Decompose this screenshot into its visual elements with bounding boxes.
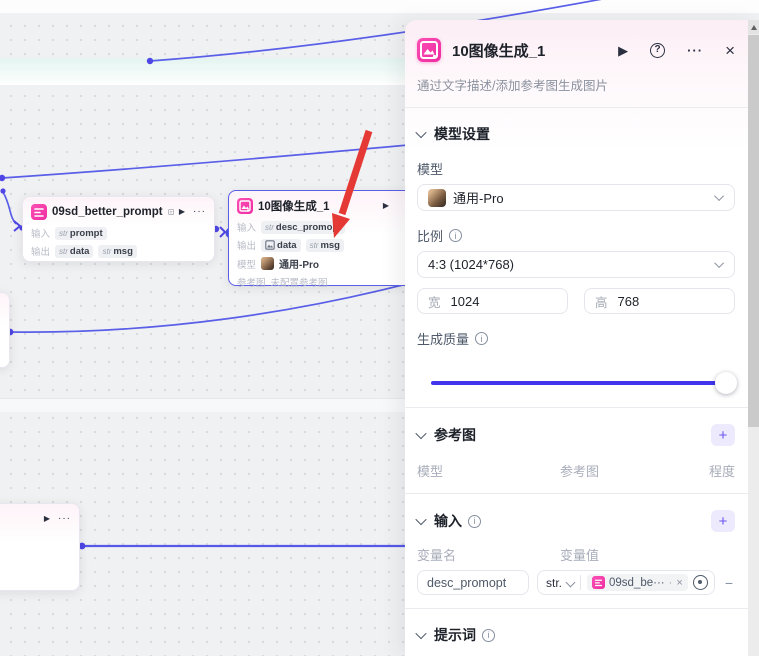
model-select[interactable]: 通用-Pro [417,184,735,211]
chevron-down-icon [415,513,427,526]
chevron-down-icon [415,427,427,440]
input-variable-row: str. 09sd_be··· · × − [417,570,735,595]
model-avatar [261,257,275,270]
node-partial-bottom[interactable]: ▶ ··· [0,503,80,591]
divider [405,608,759,609]
add-reference-button[interactable]: + [711,424,735,446]
prompt-node-icon [31,204,47,220]
node-model-label: 模型 [237,259,257,271]
model-avatar [428,188,446,207]
divider [405,407,759,408]
chevron-down-icon [565,577,576,588]
image-generate-node-icon [237,198,253,214]
close-icon[interactable]: × [725,42,735,59]
node-model-value: 通用-Pro [279,260,320,271]
chevron-down-icon [714,258,725,269]
panel-title: 10图像生成_1 [452,42,546,60]
node-run-icon[interactable]: ▶ [44,515,50,523]
info-icon[interactable]: i [468,514,481,528]
info-icon[interactable]: i [475,332,489,345]
prompt-node-icon [592,576,606,589]
section-input[interactable]: 输入 i + [415,510,735,532]
chevron-down-icon [714,191,725,202]
node-title: 09sd_better_prompt [52,206,163,218]
node-title: 10图像生成_1 [258,201,330,213]
quality-label: 生成质量 i [417,329,735,348]
node-input-label: 输入 [237,223,257,234]
var-tag: str msg [305,238,344,252]
run-node-button[interactable]: ▶ [618,44,628,57]
variable-value-control[interactable]: str. 09sd_be··· · × [537,570,715,595]
var-tag-image: data [261,238,301,252]
variable-name-input[interactable] [417,570,529,595]
reference-columns: 模型 参考图 程度 [417,464,735,479]
locate-node-icon[interactable] [692,575,708,590]
quality-slider[interactable] [431,372,737,394]
remove-reference-icon[interactable]: × [676,577,682,589]
panel-subtitle: 通过文字描述/添加参考图生成图片 [417,79,608,93]
divider [405,107,759,108]
height-field[interactable]: 高 768 [584,288,735,314]
node-ref-value: 未配置参考图 [270,278,328,289]
remove-row-button[interactable]: − [723,575,735,591]
image-type-icon [265,240,275,250]
node-ref-label: 参考图 [237,278,266,289]
node-run-icon[interactable]: ▶ [179,208,185,216]
node-input-label: 输入 [31,229,51,240]
node-run-icon[interactable]: ▶ [383,202,389,210]
divider [405,493,759,494]
chevron-down-icon [415,627,427,640]
panel-scrollbar[interactable] [748,20,759,656]
width-field[interactable]: 宽 1024 [417,288,568,314]
node-more-icon[interactable]: ··· [58,514,71,524]
node-image-generate[interactable]: 10图像生成_1 ▶ 输入 str desc_promopt 输出 data s… [228,190,414,289]
more-menu-icon[interactable]: ··· [687,44,703,57]
reference-variable-tag[interactable]: 09sd_be··· · × [587,574,688,591]
node-config-panel: 10图像生成_1 ▶ ? ··· × 通过文字描述/添加参考图生成图片 模型设置… [405,20,759,656]
node-output-label: 输出 [31,247,51,258]
type-select[interactable]: str. [546,576,576,590]
slider-track [431,381,731,385]
var-tag: str prompt [55,226,107,240]
divider [580,575,582,590]
note-icon [167,209,174,215]
model-label: 模型 [417,162,444,177]
info-icon[interactable]: i [449,229,463,242]
var-tag: str data [55,244,94,258]
info-icon[interactable]: i [482,628,495,642]
help-icon[interactable]: ? [650,42,666,58]
section-reference-image[interactable]: 参考图 + [415,424,735,446]
node-more-icon[interactable]: ··· [193,207,206,217]
slider-handle[interactable] [715,372,737,394]
panel-header: 10图像生成_1 ▶ ? ··· × [417,38,735,62]
workflow-editor: 09sd_better_prompt ▶ ··· 输入 str prompt 输… [0,0,759,656]
var-tag: str desc_promopt [261,220,346,234]
add-input-button[interactable]: + [711,510,735,532]
ratio-select[interactable]: 4:3 (1024*768) [417,251,735,278]
chevron-down-icon [415,126,427,139]
scrollbar-thumb[interactable] [748,35,759,427]
image-generate-icon [417,38,441,62]
node-09sd-better-prompt[interactable]: 09sd_better_prompt ▶ ··· 输入 str prompt 输… [22,196,215,262]
ratio-label: 比例 i [417,226,735,245]
var-tag: str msg [98,244,137,258]
top-strip [0,0,759,13]
section-model-settings[interactable]: 模型设置 [415,124,735,144]
node-partial-left[interactable] [0,292,10,368]
scroll-up-arrow[interactable] [748,20,759,34]
node-output-label: 输出 [237,241,257,252]
input-columns: 变量名 变量值 [417,548,600,563]
section-prompt[interactable]: 提示词 i [415,625,735,645]
